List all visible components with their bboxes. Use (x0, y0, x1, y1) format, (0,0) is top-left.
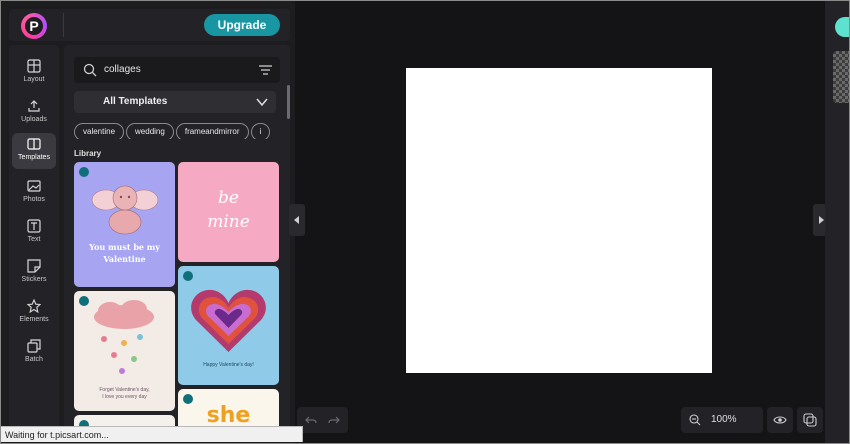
chevron-right-icon (819, 216, 824, 224)
card-caption: she (206, 403, 251, 428)
section-title: Library (74, 149, 102, 158)
undo-icon[interactable] (305, 414, 317, 426)
help-button[interactable] (797, 407, 823, 433)
cupid-illustration (91, 185, 159, 235)
search-input[interactable]: collages (74, 57, 280, 83)
card-caption: be (218, 188, 239, 208)
tag-chips: valentine wedding frameandmirror i (74, 121, 280, 139)
sidebar-nav: Layout Uploads Templates Photos Text Sti… (9, 45, 59, 435)
sidebar-item-label: Layout (23, 76, 45, 83)
chat-help-icon (803, 413, 817, 427)
history-controls (297, 407, 348, 433)
background-transparency-swatch[interactable] (833, 51, 849, 103)
card-caption: mine (207, 212, 250, 232)
templates-panel: collages All Templates valentine wedding f… (64, 45, 290, 435)
sidebar-item-label: Uploads (21, 116, 47, 123)
card-caption: You must be my (89, 242, 160, 252)
search-value: collages (104, 64, 141, 75)
redo-icon[interactable] (328, 414, 340, 426)
category-value: All Templates (103, 96, 168, 107)
sidebar-item-label: Elements (19, 316, 49, 323)
upgrade-button[interactable]: Upgrade (204, 14, 280, 36)
cloud-illustration (94, 300, 154, 374)
stickers-icon (27, 259, 41, 273)
eye-icon (773, 416, 787, 424)
template-card[interactable]: Forget Valentine's day, I love you every… (74, 291, 175, 411)
chevron-down-icon (256, 98, 268, 107)
premium-badge (183, 271, 193, 281)
tag-chip-valentine[interactable]: valentine (74, 123, 125, 139)
collapse-panel-button[interactable] (289, 204, 305, 236)
sidebar-item-uploads[interactable]: Uploads (12, 95, 56, 131)
templates-icon (27, 138, 41, 150)
sidebar-item-label: Photos (23, 196, 45, 203)
sidebar-item-photos[interactable]: Photos (12, 175, 56, 211)
elements-icon (27, 299, 41, 313)
right-toolbar (825, 1, 849, 443)
card-caption: I love you every day (102, 394, 147, 400)
photos-icon (27, 180, 41, 192)
sidebar-item-batch[interactable]: Batch (12, 335, 56, 371)
sidebar-item-label: Stickers (21, 276, 47, 283)
tag-chip-wedding[interactable]: wedding (126, 123, 174, 139)
tag-chip-partial[interactable]: i (250, 123, 271, 139)
sidebar-item-layout[interactable]: Layout (12, 55, 56, 91)
chevron-left-icon (294, 216, 299, 224)
template-card[interactable]: You must be my Valentine (74, 162, 175, 287)
upload-icon (28, 100, 40, 112)
preview-button[interactable] (767, 407, 793, 433)
batch-icon (27, 339, 41, 353)
category-dropdown[interactable]: All Templates (74, 91, 276, 113)
top-bar: P Upgrade (9, 9, 290, 41)
premium-badge (183, 394, 193, 404)
sidebar-item-templates[interactable]: Templates (12, 133, 56, 169)
sidebar-item-label: Batch (25, 356, 43, 363)
browser-status-bar: Waiting for t.picsart.com... (1, 426, 303, 442)
tag-chip-frameandmirror[interactable]: frameandmirror (175, 123, 249, 139)
divider (63, 13, 64, 37)
premium-badge (79, 296, 89, 306)
premium-badge (79, 167, 89, 177)
card-caption: Valentine (103, 254, 146, 264)
heart-illustration (191, 289, 266, 352)
zoom-level: 100% (711, 414, 737, 425)
card-caption: Forget Valentine's day, (99, 387, 150, 393)
zoom-out-icon[interactable] (689, 414, 701, 426)
sidebar-item-stickers[interactable]: Stickers (12, 255, 56, 291)
layout-icon (27, 59, 41, 73)
card-caption: Happy Valentine's day! (203, 362, 254, 368)
app-window: P Upgrade Layout Uploads Templates Photo… (0, 0, 850, 444)
sidebar-item-text[interactable]: Text (12, 215, 56, 251)
sidebar-item-elements[interactable]: Elements (12, 295, 56, 331)
avatar[interactable] (835, 17, 849, 37)
picsart-logo-icon[interactable]: P (21, 13, 47, 39)
sidebar-item-label: Templates (18, 154, 50, 161)
text-icon (27, 219, 41, 233)
sidebar-item-label: Text (27, 236, 41, 243)
template-card[interactable]: be mine (178, 162, 279, 262)
search-icon (83, 63, 97, 77)
filter-icon[interactable] (259, 64, 272, 76)
panel-scrollbar[interactable] (287, 85, 290, 119)
zoom-control[interactable]: 100% (681, 407, 763, 433)
template-card[interactable]: Happy Valentine's day! (178, 266, 279, 385)
design-canvas[interactable] (406, 68, 712, 373)
